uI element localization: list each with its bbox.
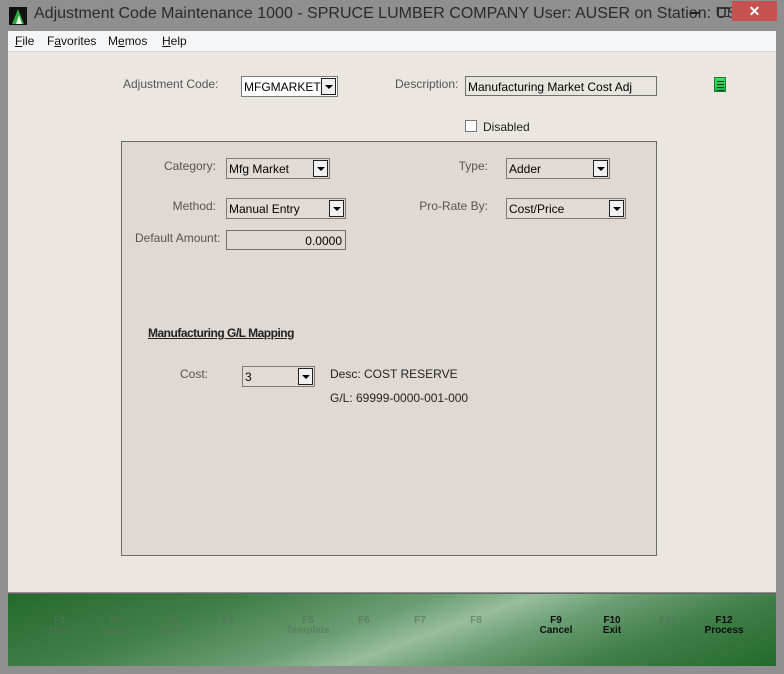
type-dropdown[interactable]: Adder — [506, 158, 610, 179]
type-label: Type: — [458, 159, 488, 173]
form-area: Adjustment Code: MFGMARKET Description: … — [8, 51, 776, 592]
fkey-code: F4 — [222, 615, 234, 626]
fkey-label: Template — [286, 625, 330, 636]
chevron-down-icon[interactable] — [329, 200, 344, 217]
method-label: Method: — [172, 199, 216, 213]
description-value: Manufacturing Market Cost Adj — [468, 80, 633, 94]
f12-process-button[interactable]: F12 Process — [689, 616, 759, 636]
menu-bar: File Favorites Memos Help — [8, 31, 776, 51]
menu-help-mnemonic: H — [162, 34, 171, 48]
cost-value: 3 — [245, 370, 252, 384]
fkey-label: Style — [160, 625, 184, 636]
application-window: Adjustment Code Maintenance 1000 - SPRUC… — [0, 0, 784, 674]
function-key-bar: F1 Next F2 Import F3 Style F4 F5 Template F6… — [8, 593, 776, 666]
app-logo-icon — [9, 7, 27, 25]
adjustment-code-value: MFGMARKET — [244, 80, 321, 94]
cost-description: Desc: COST RESERVE — [330, 367, 458, 381]
method-dropdown[interactable]: Manual Entry — [226, 198, 346, 219]
fkey-label: Exit — [602, 625, 622, 636]
cost-label: Cost: — [180, 367, 209, 381]
menu-memos-rest: mos — [124, 34, 148, 48]
close-icon: ✕ — [748, 3, 761, 19]
notes-icon[interactable] — [714, 77, 726, 92]
f8-button[interactable]: F8 — [441, 616, 511, 626]
method-value: Manual Entry — [229, 202, 300, 216]
cost-dropdown[interactable]: 3 — [242, 366, 315, 387]
settings-panel: Category: Mfg Market Type: Adder Method:… — [121, 141, 657, 556]
type-value: Adder — [509, 162, 542, 176]
menu-file[interactable]: File — [15, 34, 34, 48]
menu-help[interactable]: Help — [162, 34, 187, 48]
category-label: Category: — [163, 159, 216, 173]
category-dropdown[interactable]: Mfg Market — [226, 158, 330, 179]
description-label: Description: — [395, 77, 459, 91]
chevron-down-icon[interactable] — [609, 200, 624, 217]
fkey-label: Process — [704, 625, 744, 636]
default-amount-field[interactable]: 0.0000 — [226, 230, 346, 250]
adjustment-code-dropdown[interactable]: MFGMARKET — [241, 76, 338, 97]
menu-favorites-rest: vorites — [61, 34, 97, 48]
prorate-dropdown[interactable]: Cost/Price — [506, 198, 626, 219]
menu-file-rest: ile — [22, 34, 35, 48]
fkey-code: F8 — [470, 615, 482, 626]
close-button[interactable]: ✕ — [732, 1, 777, 21]
gl-account: G/L: 69999-0000-001-000 — [330, 391, 469, 405]
window-title: Adjustment Code Maintenance 1000 - SPRUC… — [34, 5, 760, 22]
category-value: Mfg Market — [229, 162, 290, 176]
chevron-down-icon[interactable] — [321, 78, 336, 95]
chevron-down-icon[interactable] — [313, 160, 328, 177]
default-amount-value: 0.0000 — [305, 234, 342, 248]
f4-button[interactable]: F4 — [193, 616, 263, 626]
menu-favorites[interactable]: Favorites — [47, 34, 96, 48]
menu-help-rest: elp — [170, 34, 187, 48]
default-amount-label: Default Amount: — [135, 231, 221, 245]
prorate-label: Pro-Rate By: — [419, 199, 488, 213]
disabled-checkbox[interactable] — [465, 120, 477, 132]
description-field[interactable]: Manufacturing Market Cost Adj — [465, 76, 657, 96]
prorate-value: Cost/Price — [509, 202, 565, 216]
chevron-down-icon[interactable] — [593, 160, 608, 177]
disabled-label: Disabled — [483, 120, 530, 134]
minimize-button[interactable] — [683, 6, 709, 20]
gl-mapping-heading: Manufacturing G/L Mapping — [148, 326, 294, 340]
menu-memos[interactable]: Memos — [108, 34, 147, 48]
chevron-down-icon[interactable] — [298, 368, 313, 385]
menu-memos-pre: M — [108, 34, 118, 48]
title-bar[interactable]: Adjustment Code Maintenance 1000 - SPRUC… — [0, 0, 784, 31]
adjustment-code-label: Adjustment Code: — [123, 77, 219, 91]
menu-memos-mnemonic: e — [118, 34, 125, 48]
